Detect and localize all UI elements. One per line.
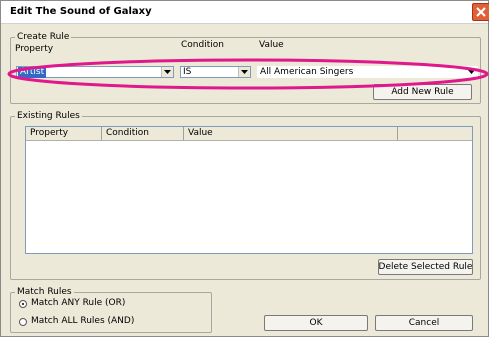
edit-smart-playlist-dialog: Edit The Sound of Galaxy Create Rule Pro… (0, 0, 489, 337)
condition-label: Condition (181, 40, 224, 50)
close-icon (476, 7, 486, 17)
property-dropdown-value: Artist (18, 67, 47, 78)
match-rules-legend: Match Rules (17, 287, 72, 297)
chevron-down-icon[interactable] (161, 67, 173, 77)
existing-rules-list[interactable]: Property Condition Value (25, 126, 473, 254)
match-any-label[interactable]: Match ANY Rule (OR) (31, 298, 125, 308)
column-header-condition[interactable]: Condition (102, 127, 184, 140)
chevron-down-icon[interactable] (238, 67, 250, 77)
close-button[interactable] (472, 3, 489, 21)
chevron-down-icon[interactable] (466, 67, 477, 77)
list-header: Property Condition Value (26, 127, 472, 141)
value-dropdown-value: All American Singers (260, 67, 354, 77)
value-label: Value (259, 40, 284, 50)
delete-selected-rule-button[interactable]: Delete Selected Rule (378, 259, 473, 275)
condition-dropdown-value: IS (183, 67, 192, 77)
ok-button[interactable]: OK (264, 315, 368, 331)
column-header-value[interactable]: Value (184, 127, 398, 140)
column-header-property[interactable]: Property (26, 127, 102, 140)
property-dropdown[interactable]: Artist (16, 66, 174, 78)
window-title: Edit The Sound of Galaxy (10, 6, 152, 17)
title-bar: Edit The Sound of Galaxy (1, 1, 489, 24)
condition-dropdown[interactable]: IS (180, 66, 251, 78)
value-dropdown[interactable]: All American Singers (257, 66, 478, 78)
add-new-rule-button[interactable]: Add New Rule (373, 84, 472, 100)
cancel-button[interactable]: Cancel (375, 315, 473, 331)
create-rule-legend: Create Rule (17, 32, 70, 42)
match-all-radio[interactable] (19, 318, 27, 326)
match-rules-group: Match Rules (10, 287, 212, 333)
property-label: Property (15, 44, 54, 54)
existing-rules-legend: Existing Rules (17, 111, 80, 121)
match-all-label[interactable]: Match ALL Rules (AND) (31, 316, 134, 326)
match-any-radio[interactable] (19, 300, 27, 308)
